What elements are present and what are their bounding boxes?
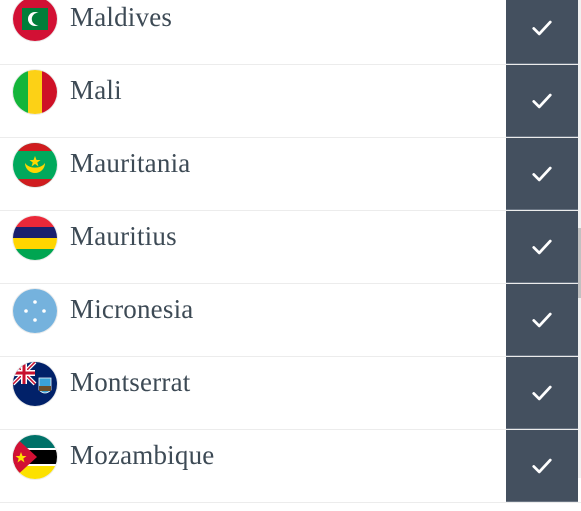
- selected-check-button[interactable]: [506, 284, 578, 356]
- country-name: Mauritius: [70, 221, 177, 251]
- micronesia-flag-icon: [13, 289, 57, 333]
- country-name: Mozambique: [70, 440, 215, 470]
- selected-check-button[interactable]: [506, 65, 578, 137]
- mauritius-flag-icon: [13, 216, 57, 260]
- list-item-mali[interactable]: Mali: [0, 65, 581, 138]
- selected-check-button[interactable]: [506, 211, 578, 283]
- country-list: Maldives Mali Mauritania Mauritius Micro…: [0, 0, 581, 511]
- montserrat-flag-icon: [13, 362, 57, 406]
- selected-check-button[interactable]: [506, 0, 578, 64]
- country-name: Montserrat: [70, 367, 191, 397]
- check-icon: [532, 312, 552, 327]
- list-item-maldives[interactable]: Maldives: [0, 0, 581, 65]
- check-icon: [532, 385, 552, 400]
- list-item-montserrat[interactable]: Montserrat: [0, 357, 581, 430]
- country-name: Mali: [70, 75, 122, 105]
- country-name: Micronesia: [70, 294, 194, 324]
- check-icon: [532, 239, 552, 254]
- selected-check-button[interactable]: [506, 357, 578, 429]
- country-name: Mauritania: [70, 148, 191, 178]
- check-icon: [532, 166, 552, 181]
- check-icon: [532, 458, 552, 473]
- selected-check-button[interactable]: [506, 430, 578, 502]
- mali-flag-icon: [13, 70, 57, 114]
- country-name: Maldives: [70, 2, 173, 32]
- list-item-mauritius[interactable]: Mauritius: [0, 211, 581, 284]
- list-item-micronesia[interactable]: Micronesia: [0, 284, 581, 357]
- list-item-mozambique[interactable]: Mozambique: [0, 430, 581, 503]
- mauritania-flag-icon: [13, 143, 57, 187]
- check-icon: [532, 20, 552, 35]
- list-item-mauritania[interactable]: Mauritania: [0, 138, 581, 211]
- selected-check-button[interactable]: [506, 138, 578, 210]
- maldives-flag-icon: [13, 0, 57, 41]
- mozambique-flag-icon: [13, 435, 57, 479]
- check-icon: [532, 93, 552, 108]
